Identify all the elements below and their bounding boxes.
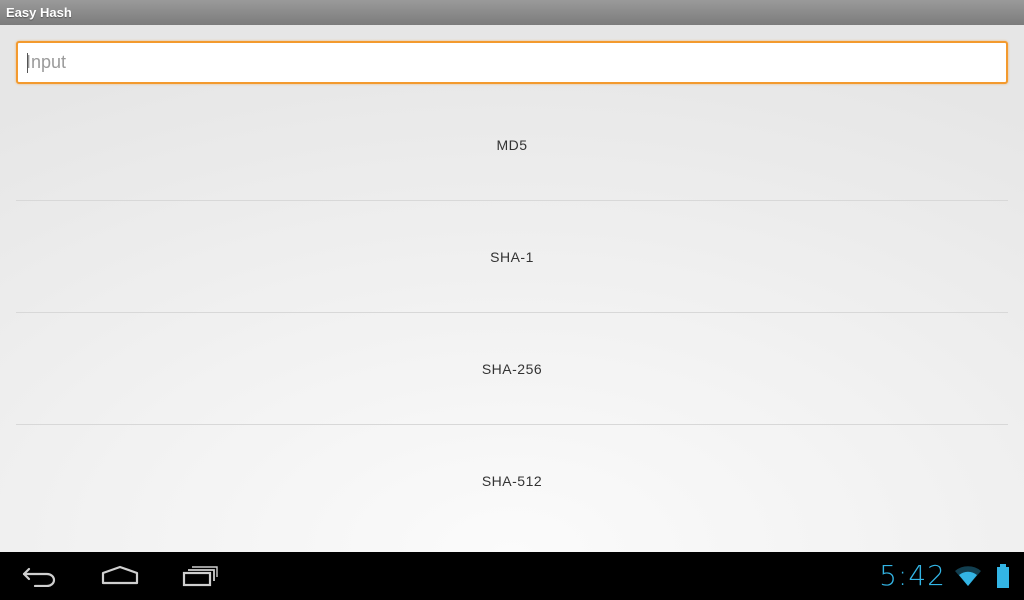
sha256-button[interactable]: SHA-256 [16,313,1008,425]
home-icon [101,565,139,585]
recent-apps-icon [182,566,218,587]
back-icon [22,567,56,587]
text-caret [27,53,28,73]
sha512-button-label: SHA-512 [481,472,543,489]
wifi-icon [955,566,981,586]
md5-button-label: MD5 [496,136,528,153]
sha256-button-label: SHA-256 [481,360,543,377]
home-button[interactable] [88,560,152,592]
back-button[interactable] [8,560,72,592]
recent-apps-button[interactable] [168,560,232,592]
battery-icon [997,564,1009,588]
title-bar: Easy Hash [0,0,1024,25]
sha1-button-label: SHA-1 [490,248,534,265]
hash-button-list: MD5 SHA-1 SHA-256 SHA-512 [16,89,1008,536]
status-clock: 5:42 [879,559,946,592]
input-field-container[interactable] [16,41,1008,84]
system-navigation-bar: 5:42 [0,552,1024,600]
sha1-button[interactable]: SHA-1 [16,201,1008,313]
app-title: Easy Hash [6,5,72,20]
sha512-button[interactable]: SHA-512 [16,425,1008,536]
main-content: MD5 SHA-1 SHA-256 SHA-512 [0,25,1024,552]
text-input[interactable] [18,43,1006,82]
md5-button[interactable]: MD5 [16,89,1008,201]
